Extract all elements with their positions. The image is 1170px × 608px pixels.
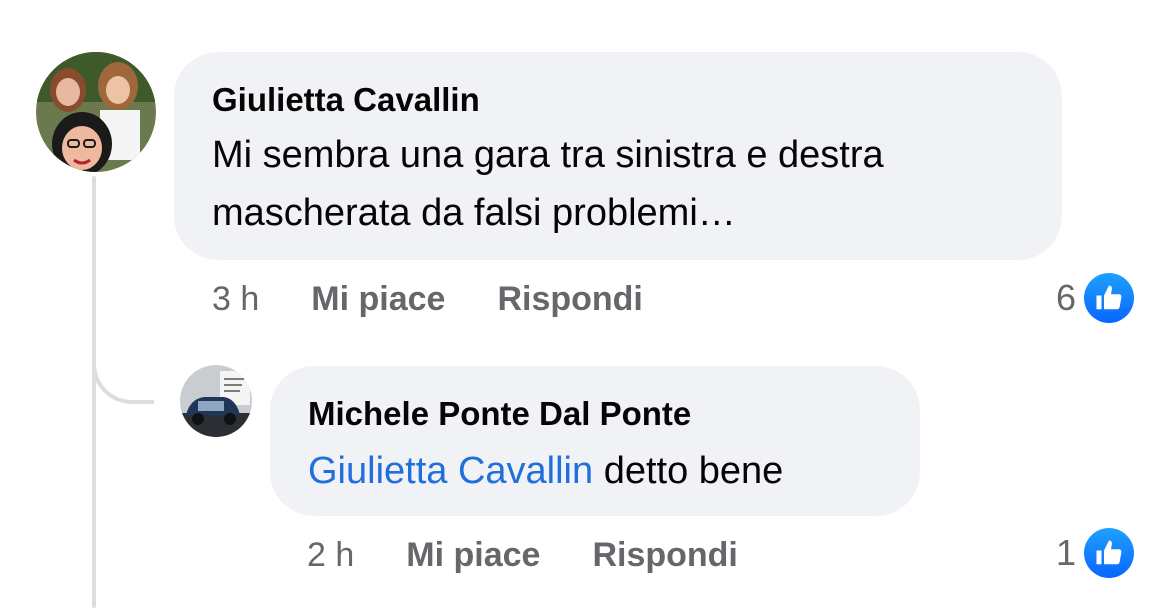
reply-author[interactable]: Michele Ponte Dal Ponte xyxy=(308,392,882,436)
reaction-count: 1 xyxy=(1055,532,1076,573)
comment-text: Mi sembra una gara tra sinistra e destra… xyxy=(212,134,884,234)
reply-timestamp[interactable]: 2 h xyxy=(307,536,354,575)
reply-text: Giulietta Cavallin detto bene xyxy=(308,442,882,500)
reaction-summary[interactable]: 6 xyxy=(1056,272,1134,324)
comment-thread: Giulietta Cavallin Mi sembra una gara tr… xyxy=(0,0,1170,608)
reply-body: detto bene xyxy=(593,450,784,492)
reply-actions: 2 h Mi piace Rispondi xyxy=(307,532,790,578)
avatar[interactable] xyxy=(36,52,156,172)
like-button[interactable]: Mi piace xyxy=(406,536,540,575)
reaction-count: 6 xyxy=(1055,277,1076,318)
thread-connector-line xyxy=(92,176,96,608)
avatar-photo-icon xyxy=(180,365,252,437)
comment-timestamp[interactable]: 3 h xyxy=(212,280,259,319)
reply-bubble: Michele Ponte Dal Ponte Giulietta Cavall… xyxy=(270,366,920,516)
like-button[interactable]: Mi piace xyxy=(311,280,445,319)
reply-button[interactable]: Rispondi xyxy=(592,536,737,575)
reply-connector-curve xyxy=(92,330,154,404)
avatar[interactable] xyxy=(180,365,252,437)
reaction-summary[interactable]: 1 xyxy=(1056,527,1134,579)
avatar-photo-icon xyxy=(36,52,156,172)
mention-link[interactable]: Giulietta Cavallin xyxy=(308,450,593,492)
comment-author[interactable]: Giulietta Cavallin xyxy=(212,78,1024,122)
comment-actions: 3 h Mi piace Rispondi xyxy=(212,276,695,322)
thumbs-up-icon xyxy=(1084,528,1134,578)
thumbs-up-icon xyxy=(1084,273,1134,323)
reply-button[interactable]: Rispondi xyxy=(497,280,642,319)
comment-bubble: Giulietta Cavallin Mi sembra una gara tr… xyxy=(174,52,1062,260)
